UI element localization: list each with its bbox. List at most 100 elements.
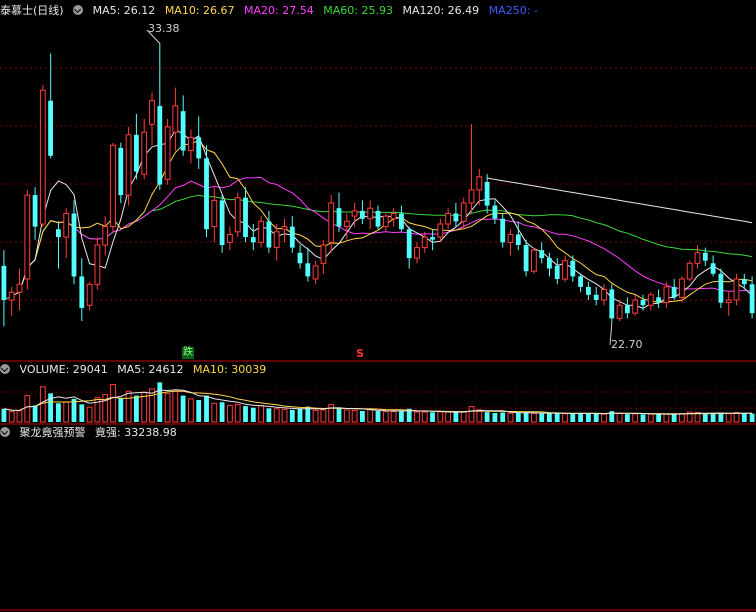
ma10-readout: MA10: 26.67 bbox=[164, 4, 235, 17]
candle-body bbox=[531, 249, 537, 272]
candle-body bbox=[258, 220, 265, 243]
candle-body bbox=[351, 210, 358, 217]
indicator-name: 聚龙竟强预警 bbox=[19, 426, 86, 439]
volume-bar bbox=[507, 412, 514, 423]
volume-bar bbox=[749, 413, 755, 422]
candle-body bbox=[515, 234, 521, 245]
volume-bar bbox=[258, 405, 265, 423]
ma5-readout: MA5: 26.12 bbox=[92, 4, 156, 17]
volume-bar bbox=[172, 390, 179, 423]
candle-body bbox=[1, 265, 7, 300]
volume-bar bbox=[234, 403, 241, 423]
candle-body bbox=[172, 105, 179, 133]
candle-body bbox=[281, 226, 288, 230]
candle-body bbox=[110, 144, 116, 228]
candle-body bbox=[336, 208, 342, 227]
volume-bar bbox=[149, 388, 155, 423]
candle-body bbox=[414, 247, 420, 259]
volume-bar bbox=[593, 413, 599, 422]
volume-bar bbox=[382, 411, 389, 423]
volume-ma5-readout: MA5: 24612 bbox=[117, 363, 184, 376]
volume-bar bbox=[733, 412, 740, 423]
candle-body bbox=[523, 245, 529, 272]
candle-body bbox=[79, 276, 85, 308]
volume-bar bbox=[632, 413, 639, 423]
candle-body bbox=[460, 202, 467, 222]
candle-body bbox=[539, 250, 545, 259]
candle-body bbox=[609, 289, 615, 319]
candle-body bbox=[71, 213, 77, 277]
volume-bar bbox=[601, 413, 607, 423]
collapse-icon[interactable] bbox=[73, 5, 84, 15]
volume-bar bbox=[86, 406, 93, 423]
volume-bar bbox=[351, 409, 358, 423]
volume-bar bbox=[625, 414, 630, 422]
candle-body bbox=[570, 260, 576, 277]
candle-body bbox=[710, 263, 716, 274]
volume-bar bbox=[134, 395, 139, 422]
candle-body bbox=[234, 197, 241, 233]
candle-body bbox=[647, 294, 654, 306]
candle-body bbox=[219, 200, 225, 245]
candle-body bbox=[266, 221, 272, 248]
volume-bar bbox=[164, 392, 171, 423]
candle-body bbox=[749, 284, 755, 314]
volume-bar bbox=[421, 411, 428, 423]
candle-body bbox=[578, 276, 583, 287]
volume-bar bbox=[118, 397, 124, 422]
candle-body bbox=[632, 299, 639, 314]
kline-chart[interactable] bbox=[0, 0, 756, 612]
collapse-icon[interactable] bbox=[0, 427, 10, 437]
volume-bar bbox=[702, 413, 708, 422]
volume-bars bbox=[1, 382, 755, 423]
volume-bar bbox=[414, 411, 420, 423]
volume-bar bbox=[328, 403, 335, 423]
signal-s-tag: S bbox=[356, 347, 364, 360]
volume-bar bbox=[320, 409, 327, 423]
volume-bar bbox=[24, 395, 31, 423]
volume-bar bbox=[336, 407, 342, 422]
volume-bar bbox=[399, 411, 404, 422]
candle-body bbox=[360, 210, 365, 219]
volume-bar bbox=[243, 406, 248, 422]
candle-body bbox=[56, 229, 61, 238]
volume-bar bbox=[312, 409, 319, 423]
candle-body bbox=[686, 262, 693, 280]
candle-body bbox=[663, 286, 670, 304]
candle-body bbox=[702, 252, 708, 261]
volume-bar bbox=[180, 395, 186, 422]
candle-body bbox=[289, 226, 295, 248]
volume-bar bbox=[476, 409, 483, 423]
candle-body bbox=[671, 286, 677, 298]
volume-bar bbox=[219, 402, 225, 422]
volume-bar bbox=[56, 403, 61, 422]
volume-bar bbox=[484, 412, 490, 422]
candle-body bbox=[562, 260, 568, 280]
candle-body bbox=[741, 279, 747, 285]
volume-bar bbox=[586, 413, 591, 422]
candle-body bbox=[476, 176, 483, 191]
candle-body bbox=[320, 244, 327, 264]
volume-bar bbox=[531, 412, 537, 423]
volume-bar bbox=[360, 411, 365, 422]
candle-body bbox=[180, 111, 186, 151]
candle-body bbox=[375, 210, 381, 227]
volume-bar bbox=[110, 384, 116, 423]
candle-body bbox=[328, 202, 335, 243]
volume-ma5-line bbox=[3, 389, 753, 415]
volume-bar bbox=[16, 410, 23, 423]
volume-bar bbox=[390, 411, 397, 423]
candle-body bbox=[305, 263, 311, 277]
volume-bar bbox=[79, 404, 85, 422]
volume-bar bbox=[539, 413, 545, 422]
volume-bar bbox=[266, 408, 272, 423]
candle-body bbox=[625, 305, 630, 314]
volume-bar bbox=[211, 402, 218, 423]
ma120-line bbox=[487, 177, 753, 224]
candle-body bbox=[616, 304, 623, 319]
ma60-readout: MA60: 25.93 bbox=[323, 4, 393, 17]
candle-body bbox=[382, 215, 389, 228]
volume-bar bbox=[32, 405, 38, 422]
collapse-icon[interactable] bbox=[0, 364, 10, 374]
ma250-readout: MA250: - bbox=[488, 4, 538, 17]
